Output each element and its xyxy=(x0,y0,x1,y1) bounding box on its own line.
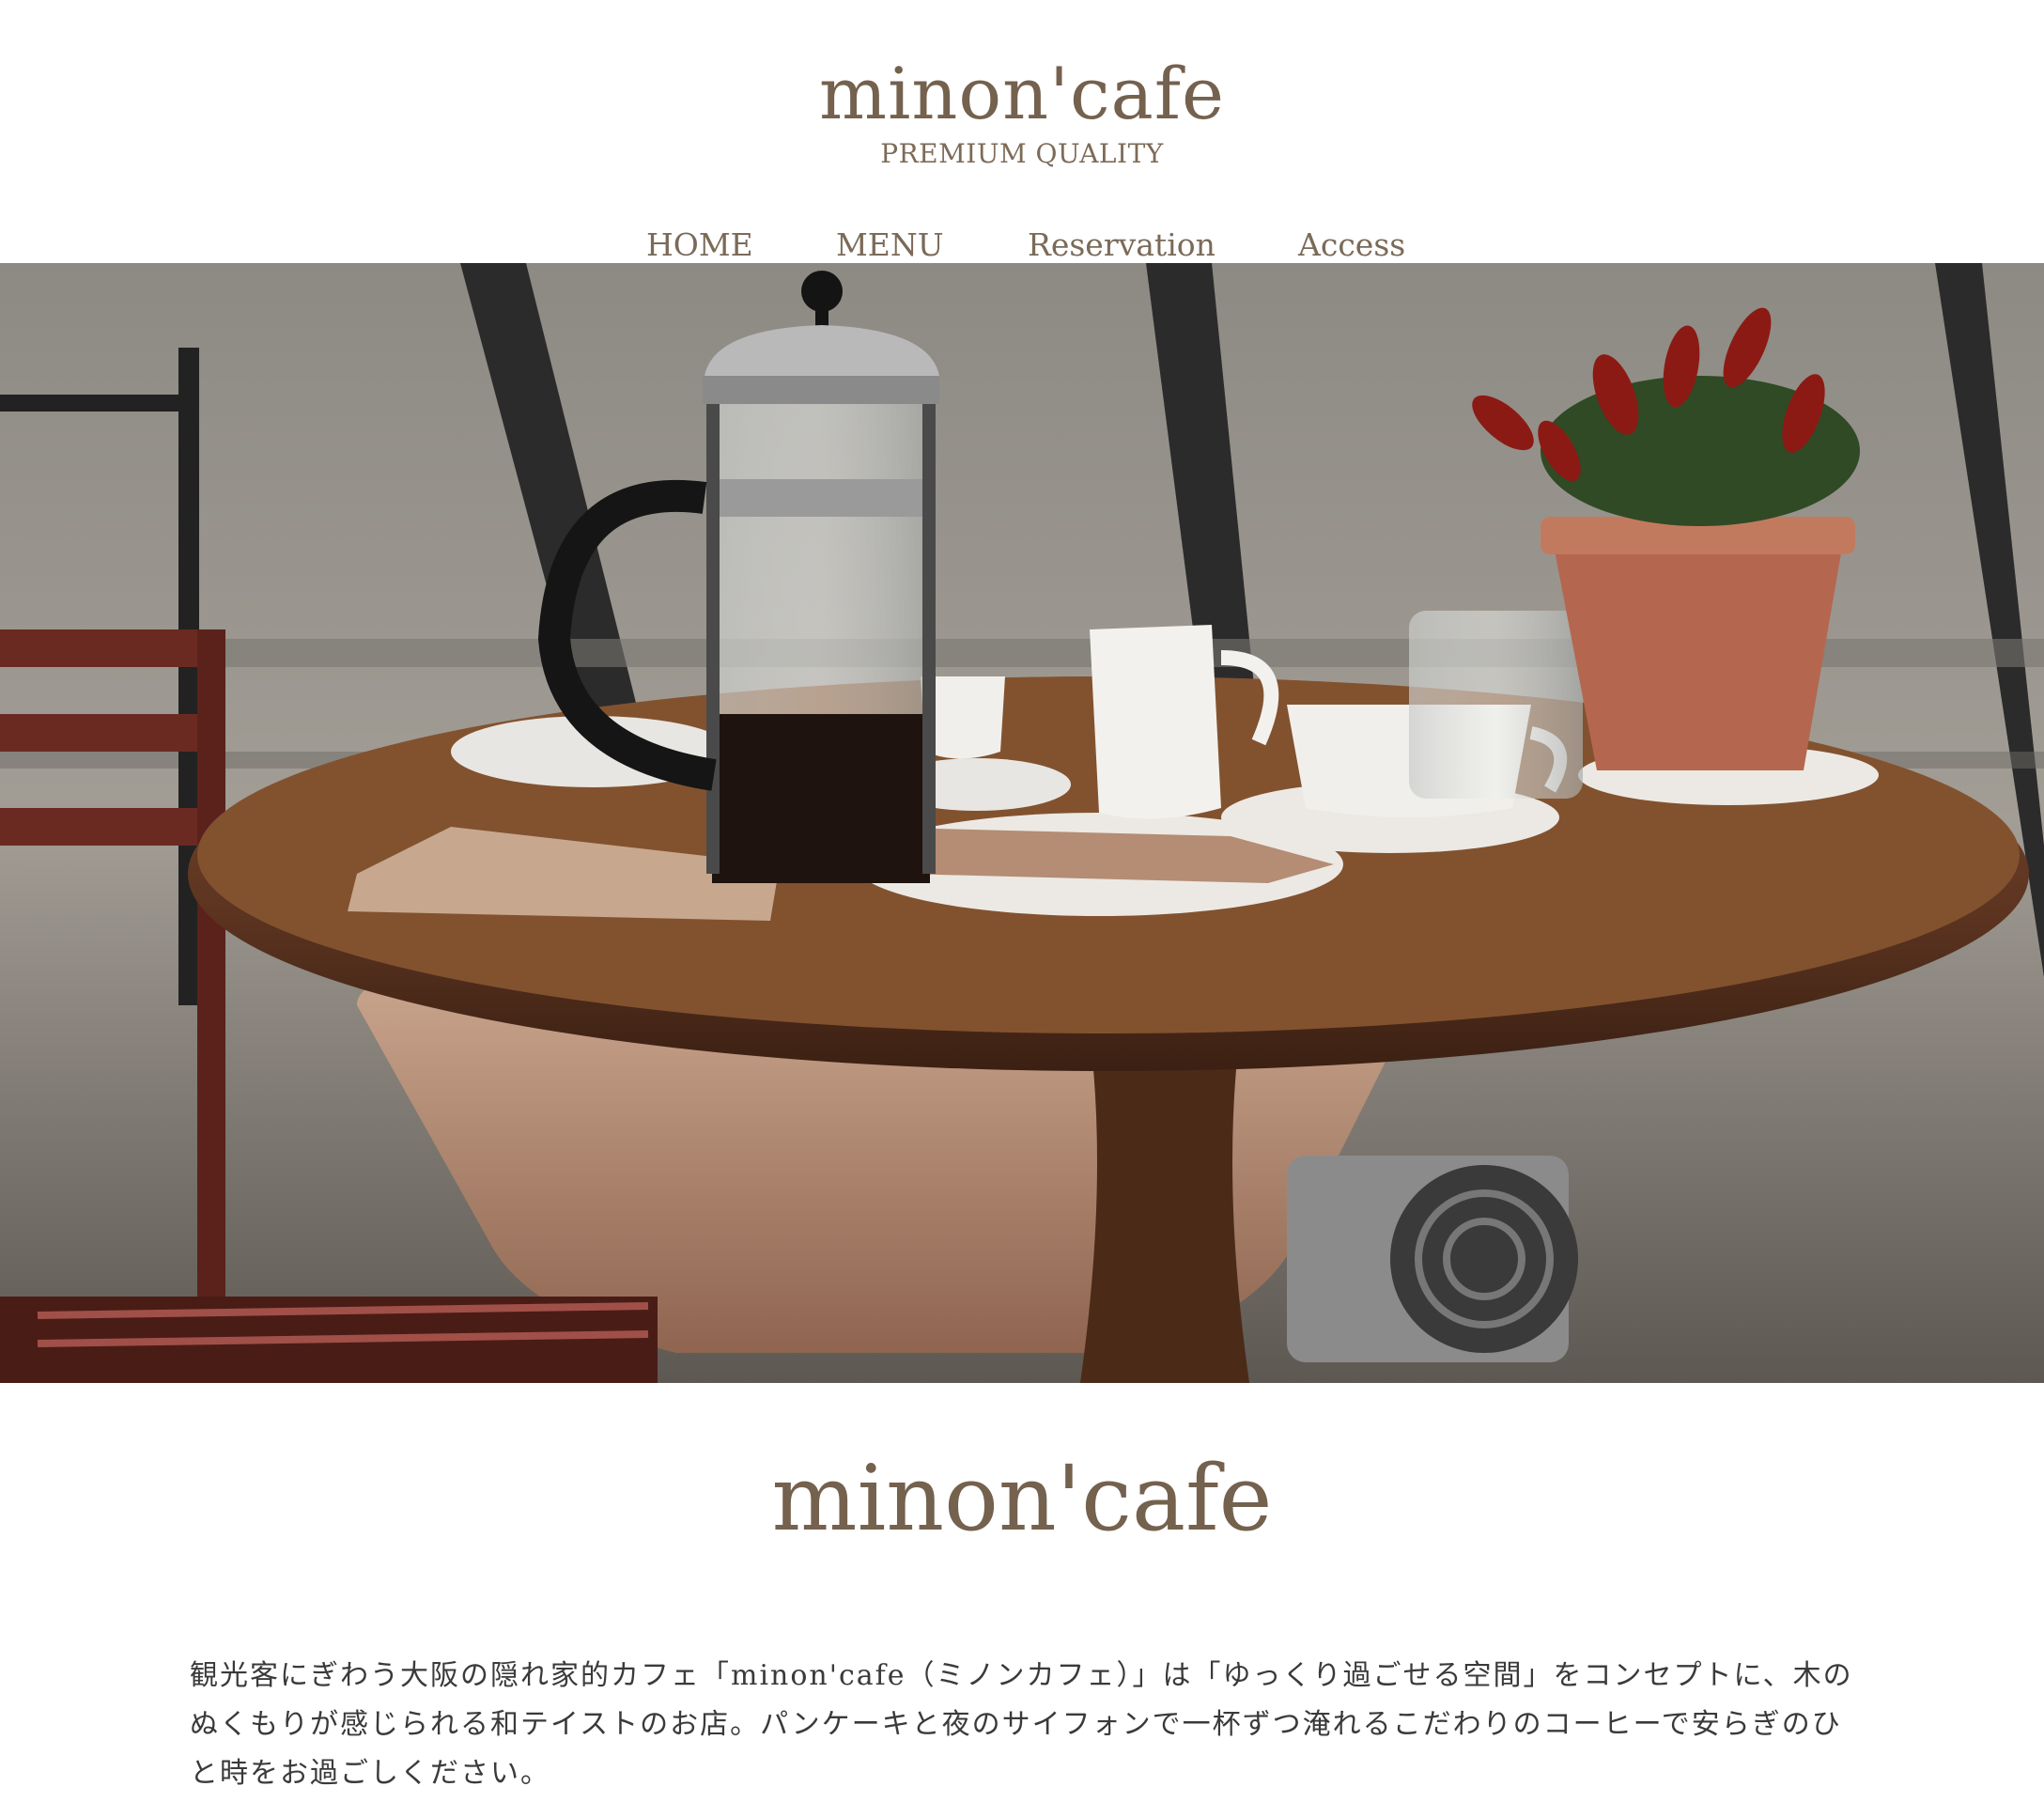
nav-access[interactable]: Access xyxy=(1298,225,1405,265)
main-nav: HOME MENU Reservation Access xyxy=(0,225,2044,265)
content-title: minon'cafe xyxy=(771,1446,1273,1551)
nav-menu[interactable]: MENU xyxy=(836,225,944,265)
site-tagline: PREMIUM QUALITY xyxy=(880,138,1164,169)
content-description: 観光客にぎわう大阪の隠れ家的カフェ「minon'cafe（ミノンカフェ）」は「ゆ… xyxy=(190,1659,1853,1790)
cafe-table-photo-icon xyxy=(0,263,2044,1383)
site-header: minon'cafe PREMIUM QUALITY xyxy=(0,0,2044,263)
hero-image xyxy=(0,263,2044,1383)
site-logo[interactable]: minon'cafe xyxy=(0,49,2044,139)
nav-home[interactable]: HOME xyxy=(646,225,753,265)
nav-reservation[interactable]: Reservation xyxy=(1028,225,1216,265)
